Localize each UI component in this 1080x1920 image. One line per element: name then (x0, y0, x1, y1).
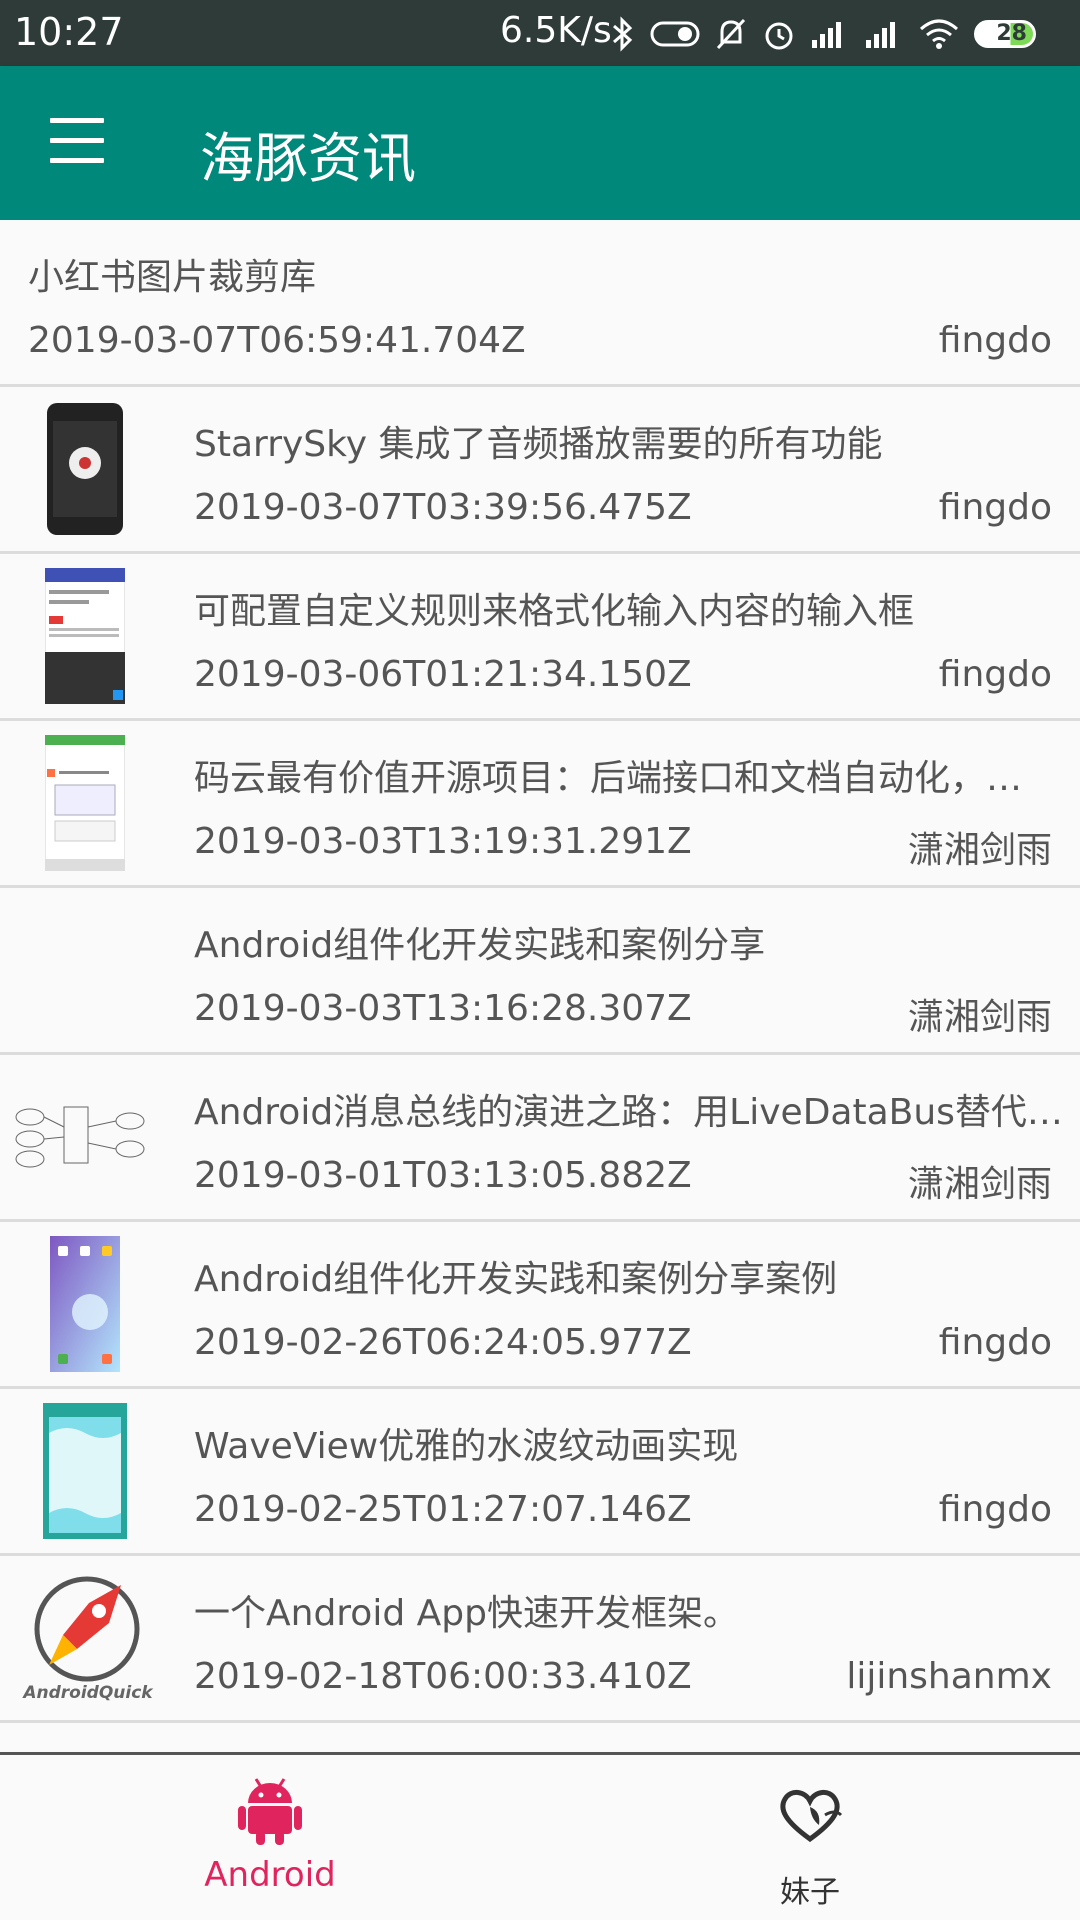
signal-icon (812, 22, 841, 48)
signal-icon (866, 22, 895, 48)
hamburger-menu-icon[interactable] (50, 118, 104, 163)
article-thumbnail (20, 735, 150, 871)
article-date: 2019-03-06T01:21:34.150Z (194, 654, 692, 695)
article-thumbnail (12, 1069, 152, 1205)
article-title: Android组件化开发实践和案例分享 (194, 925, 766, 966)
list-item[interactable]: AndroidQuick 一个Android App快速开发框架。 2019-0… (0, 1556, 1080, 1723)
net-speed: 6.5K/s (500, 10, 612, 51)
heart-icon (780, 1790, 843, 1843)
alarm-icon (765, 22, 793, 50)
article-title: 小红书图片裁剪库 (28, 257, 317, 298)
list-item[interactable]: StarrySky 集成了音频播放需要的所有功能 2019-03-07T03:3… (0, 387, 1080, 554)
battery-level: 28 (996, 21, 1027, 46)
tab-meizi-label: 妹子 (780, 1875, 840, 1910)
article-list[interactable]: 小红书图片裁剪库 2019-03-07T06:59:41.704Z fingdo… (0, 220, 1080, 1752)
status-time: 10:27 (14, 10, 124, 54)
toggle-icon (650, 21, 700, 47)
article-date: 2019-03-03T13:16:28.307Z (194, 988, 692, 1029)
list-item[interactable]: 小红书图片裁剪库 2019-03-07T06:59:41.704Z fingdo (0, 220, 1080, 387)
article-author: lijinshanmx (846, 1656, 1052, 1697)
article-author: fingdo (938, 320, 1052, 361)
list-item[interactable]: Android组件化开发实践和案例分享案例 2019-02-26T06:24:0… (0, 1222, 1080, 1389)
list-item[interactable]: 码云最有价值开源项目：后端接口和文档自动化，… 2019-03-03T13:19… (0, 721, 1080, 888)
battery-icon: 28 (974, 20, 1036, 48)
android-icon (238, 1778, 302, 1845)
article-thumbnail (20, 1403, 150, 1539)
article-author: fingdo (938, 1322, 1052, 1363)
article-date: 2019-02-26T06:24:05.977Z (194, 1322, 692, 1363)
list-item[interactable]: WaveView优雅的水波纹动画实现 2019-02-25T01:27:07.1… (0, 1389, 1080, 1556)
article-title: Android消息总线的演进之路：用LiveDataBus替代… (194, 1092, 1063, 1133)
app-bar: 海豚资讯 (0, 66, 1080, 220)
article-thumbnail: AndroidQuick (18, 1570, 158, 1706)
article-author: fingdo (938, 487, 1052, 528)
status-bar: 10:27 6.5K/s 28 (0, 0, 1080, 66)
app-title: 海豚资讯 (200, 127, 416, 190)
tab-meizi[interactable]: 妹子 (540, 1755, 1080, 1920)
article-author: 潇湘剑雨 (907, 997, 1052, 1038)
bottom-nav: Android 妹子 (0, 1752, 1080, 1920)
thumb-caption: AndroidQuick (23, 1683, 153, 1703)
article-author: fingdo (938, 654, 1052, 695)
article-author: fingdo (938, 1489, 1052, 1530)
article-thumbnail (20, 568, 150, 704)
bluetooth-icon (613, 16, 633, 52)
list-item[interactable]: Android消息总线的演进之路：用LiveDataBus替代… 2019-03… (0, 1055, 1080, 1222)
article-title: StarrySky 集成了音频播放需要的所有功能 (194, 424, 883, 465)
rocket-logo-icon (34, 1576, 140, 1682)
article-author: 潇湘剑雨 (907, 830, 1052, 871)
article-date: 2019-02-18T06:00:33.410Z (194, 1656, 692, 1697)
tab-android-label: Android (204, 1855, 336, 1895)
article-title: 可配置自定义规则来格式化输入内容的输入框 (194, 591, 915, 632)
article-date: 2019-03-07T03:39:56.475Z (194, 487, 692, 528)
article-thumbnail (20, 1236, 150, 1372)
article-title: Android组件化开发实践和案例分享案例 (194, 1259, 838, 1300)
mute-icon (716, 18, 746, 50)
article-date: 2019-02-25T01:27:07.146Z (194, 1489, 692, 1530)
article-title: 一个Android App快速开发框架。 (194, 1593, 739, 1634)
list-item[interactable]: Android组件化开发实践和案例分享 2019-03-03T13:16:28.… (0, 888, 1080, 1055)
list-item[interactable]: 可配置自定义规则来格式化输入内容的输入框 2019-03-06T01:21:34… (0, 554, 1080, 721)
tab-android[interactable]: Android (0, 1755, 540, 1920)
article-thumbnail (20, 401, 150, 537)
article-title: 码云最有价值开源项目：后端接口和文档自动化，… (194, 758, 1023, 799)
article-date: 2019-03-03T13:19:31.291Z (194, 821, 692, 862)
article-date: 2019-03-01T03:13:05.882Z (194, 1155, 692, 1196)
article-date: 2019-03-07T06:59:41.704Z (28, 320, 526, 361)
article-author: 潇湘剑雨 (907, 1164, 1052, 1205)
article-title: WaveView优雅的水波纹动画实现 (194, 1426, 739, 1467)
wifi-icon (920, 19, 958, 49)
